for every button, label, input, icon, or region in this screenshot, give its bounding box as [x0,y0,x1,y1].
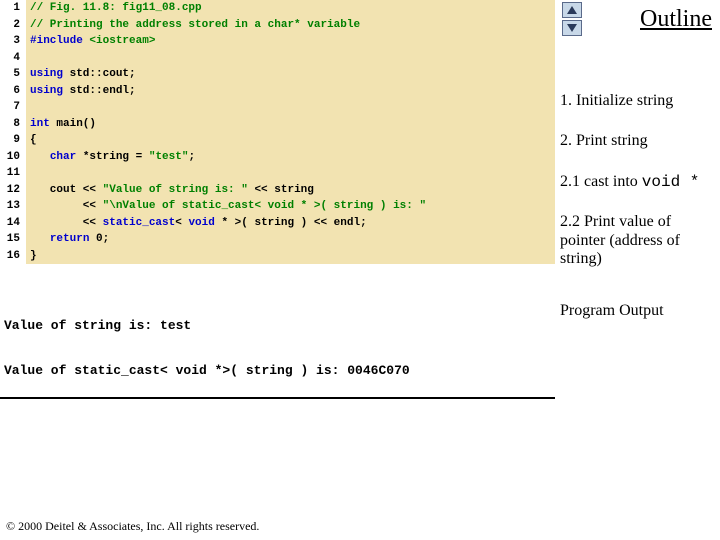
line-number: 10 [0,149,26,166]
code-text: return 0; [26,231,555,248]
line-number: 9 [0,132,26,149]
outline-item: 2. Print string [560,132,720,150]
line-number: 5 [0,66,26,83]
code-line: 15 return 0; [0,231,555,248]
code-text [26,165,555,182]
outline-item: 2.2 Print value of pointer (address of s… [560,213,720,268]
code-line: 5using std::cout; [0,66,555,83]
code-text: // Printing the address stored in a char… [26,17,555,34]
chevron-down-icon [567,24,577,32]
code-line: 1// Fig. 11.8: fig11_08.cpp [0,0,555,17]
line-number: 15 [0,231,26,248]
code-text: << static_cast< void * >( string ) << en… [26,215,555,232]
nav-up-button[interactable] [562,2,582,18]
code-line: 8int main() [0,116,555,133]
line-number: 4 [0,50,26,67]
code-line: 6using std::endl; [0,83,555,100]
outline-item-text: 2.1 cast into [560,173,642,190]
code-line: 3#include <iostream> [0,33,555,50]
code-line: 16} [0,248,555,265]
line-number: 7 [0,99,26,116]
code-text: // Fig. 11.8: fig11_08.cpp [26,0,555,17]
code-line: 10 char *string = "test"; [0,149,555,166]
outline-item: 2.1 cast into void * [560,173,720,191]
code-text: using std::endl; [26,83,555,100]
line-number: 16 [0,248,26,265]
outline-panel: Outline 1. Initialize string 2. Print st… [558,0,720,321]
line-number: 1 [0,0,26,17]
code-text: int main() [26,116,555,133]
code-line: 11 [0,165,555,182]
code-line: 12 cout << "Value of string is: " << str… [0,182,555,199]
code-text: { [26,132,555,149]
line-number: 2 [0,17,26,34]
code-line: 4 [0,50,555,67]
outline-item: 1. Initialize string [560,92,720,110]
code-text: #include <iostream> [26,33,555,50]
code-panel: 1// Fig. 11.8: fig11_08.cpp2// Printing … [0,0,555,264]
line-number: 6 [0,83,26,100]
output-line: Value of string is: test [4,318,551,333]
program-output-box: Value of string is: test Value of static… [0,282,555,399]
output-line: Value of static_cast< void *>( string ) … [4,363,551,378]
outline-item: Program Output [560,302,720,320]
code-line: 2// Printing the address stored in a cha… [0,17,555,34]
line-number: 13 [0,198,26,215]
code-line: 13 << "\nValue of static_cast< void * >(… [0,198,555,215]
code-text: cout << "Value of string is: " << string [26,182,555,199]
code-text: using std::cout; [26,66,555,83]
copyright-footer: © 2000 Deitel & Associates, Inc. All rig… [6,519,259,534]
chevron-up-icon [567,6,577,14]
code-text [26,99,555,116]
line-number: 12 [0,182,26,199]
outline-title: Outline [640,6,712,33]
line-number: 11 [0,165,26,182]
code-line: 7 [0,99,555,116]
code-text [26,50,555,67]
code-text: } [26,248,555,265]
nav-down-button[interactable] [562,20,582,36]
code-text: << "\nValue of static_cast< void * >( st… [26,198,555,215]
code-text: char *string = "test"; [26,149,555,166]
inline-code: void * [642,173,700,191]
line-number: 8 [0,116,26,133]
code-line: 9{ [0,132,555,149]
line-number: 3 [0,33,26,50]
line-number: 14 [0,215,26,232]
code-line: 14 << static_cast< void * >( string ) <<… [0,215,555,232]
